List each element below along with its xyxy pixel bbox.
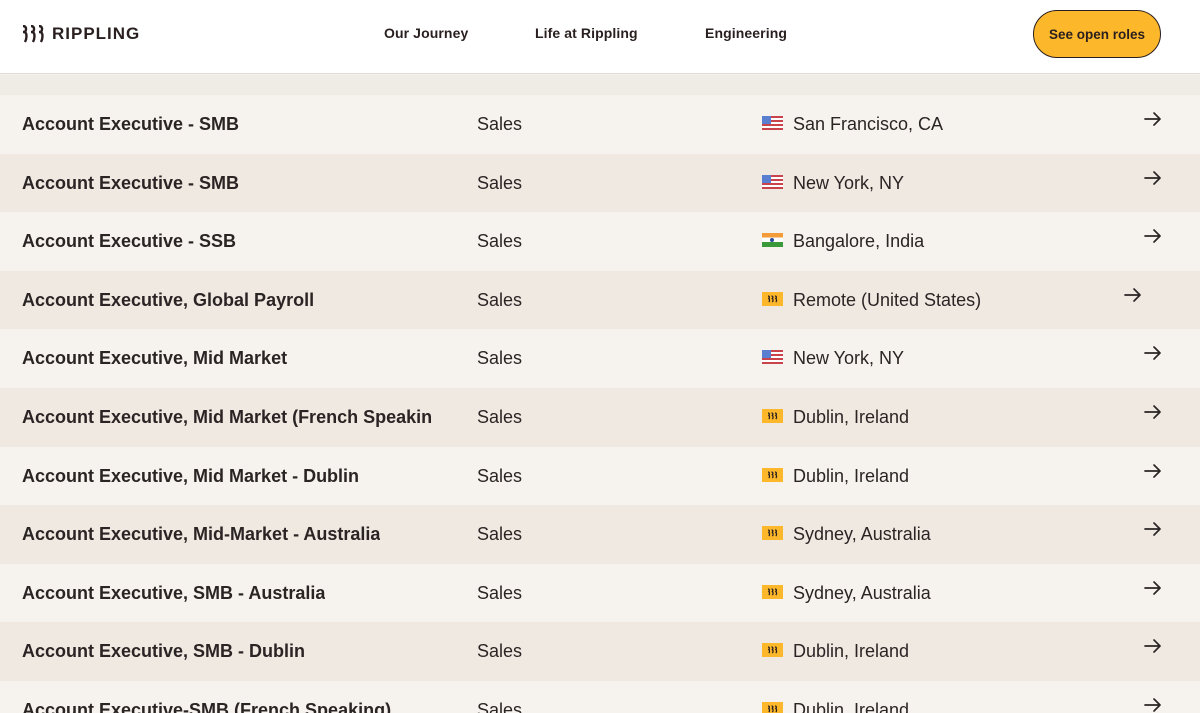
job-location: Dublin, Ireland [793,699,910,713]
nav-engineering[interactable]: Engineering [705,25,787,41]
job-title[interactable]: Account Executive - SMB [22,173,239,194]
rippling-logo-icon [22,25,44,43]
job-row[interactable]: Account Executive-SMB (French Speaking) S… [0,680,1200,713]
nav-life-at-rippling[interactable]: Life at Rippling [535,25,638,41]
job-location: San Francisco, CA [793,114,944,134]
job-title[interactable]: Account Executive, Global Payroll [22,290,314,311]
job-location: Remote (United States) [793,289,982,310]
job-row[interactable]: Account Executive, SMB - Australia Sales S… [0,563,1200,623]
arrow-right-icon[interactable] [1143,402,1163,422]
job-title[interactable]: Account Executive - SMB [22,114,239,135]
job-department: Sales [477,465,523,486]
arrow-right-icon[interactable] [1143,695,1163,713]
rippling-logo-icon [762,526,783,541]
rippling-logo-icon [762,467,783,482]
job-row[interactable]: Account Executive, Mid Market (French Sp… [0,387,1200,447]
job-title[interactable]: Account Executive, SMB - Dublin [22,641,305,662]
job-department: Sales [477,172,523,193]
rippling-logo-icon [762,408,783,423]
rippling-logo-icon [762,584,783,599]
job-row[interactable]: Account Executive - SMB Sales New York, NY [0,153,1200,213]
job-department: Sales [477,289,523,310]
job-title[interactable]: Account Executive, Mid Market - Dublin [22,466,359,487]
see-open-roles-button[interactable]: See open roles [1033,10,1161,58]
job-row[interactable]: Account Executive, Mid-Market - Australi… [0,505,1200,564]
job-location: Dublin, Ireland [793,406,910,427]
arrow-right-icon[interactable] [1143,578,1163,598]
rippling-logo-icon [762,643,783,658]
job-title[interactable]: Account Executive, Mid Market (French Sp… [22,407,432,428]
job-location: Sydney, Australia [793,582,931,603]
arrow-right-icon[interactable] [1143,636,1163,656]
job-location: Sydney, Australia [793,524,931,545]
arrow-right-icon[interactable] [1123,285,1143,305]
job-title[interactable]: Account Executive-SMB (French Speaking) [22,700,391,713]
job-row[interactable]: Account Executive, SMB - Dublin Sales Dubl… [0,622,1200,681]
job-department: Sales [477,641,523,662]
job-row[interactable]: Account Executive - SSB Sales Bangalore, I… [0,212,1200,271]
job-location: New York, NY [793,348,905,369]
job-department: Sales [477,699,523,713]
job-title[interactable]: Account Executive, SMB - Australia [22,583,325,604]
us-flag-icon [762,350,783,365]
job-row[interactable]: Account Executive, Mid Market - Dublin Sa… [0,446,1200,506]
job-location: Dublin, Ireland [793,465,910,486]
job-department: Sales [477,582,523,603]
job-title[interactable]: Account Executive - SSB [22,231,236,252]
arrow-right-icon[interactable] [1143,168,1163,188]
arrow-right-icon[interactable] [1143,343,1163,363]
india-flag-icon [762,233,783,248]
site-header: RIPPLING Our Journey Life at Rippling En… [0,0,1200,74]
job-department: Sales [477,524,523,545]
job-title[interactable]: Account Executive, Mid Market [22,348,287,369]
job-row[interactable]: Account Executive - SMB Sales San Francisc… [0,95,1200,154]
list-top-band [0,75,1200,95]
rippling-logo-icon [762,291,783,306]
job-title[interactable]: Account Executive, Mid-Market - Australi… [22,524,380,545]
job-location: Bangalore, India [793,231,925,252]
job-department: Sales [477,231,523,252]
arrow-right-icon[interactable] [1143,226,1163,246]
job-department: Sales [477,348,523,369]
arrow-right-icon[interactable] [1143,519,1163,539]
job-row[interactable]: Account Executive, Global Payroll Sales Re… [0,270,1200,330]
job-row[interactable]: Account Executive, Mid Market Sales New Yo… [0,329,1200,388]
rippling-logo-icon [762,701,783,713]
rippling-logo[interactable]: RIPPLING [22,24,140,44]
nav-our-journey[interactable]: Our Journey [384,25,468,41]
us-flag-icon [762,174,783,189]
job-department: Sales [477,406,523,427]
arrow-right-icon[interactable] [1143,109,1163,129]
us-flag-icon [762,116,783,130]
job-location: New York, NY [793,172,905,193]
job-department: Sales [477,114,523,134]
job-location: Dublin, Ireland [793,641,910,662]
job-list: Account Executive - SMB Sales San Francisc… [0,95,1200,713]
arrow-right-icon[interactable] [1143,461,1163,481]
logo-text: RIPPLING [52,24,141,43]
